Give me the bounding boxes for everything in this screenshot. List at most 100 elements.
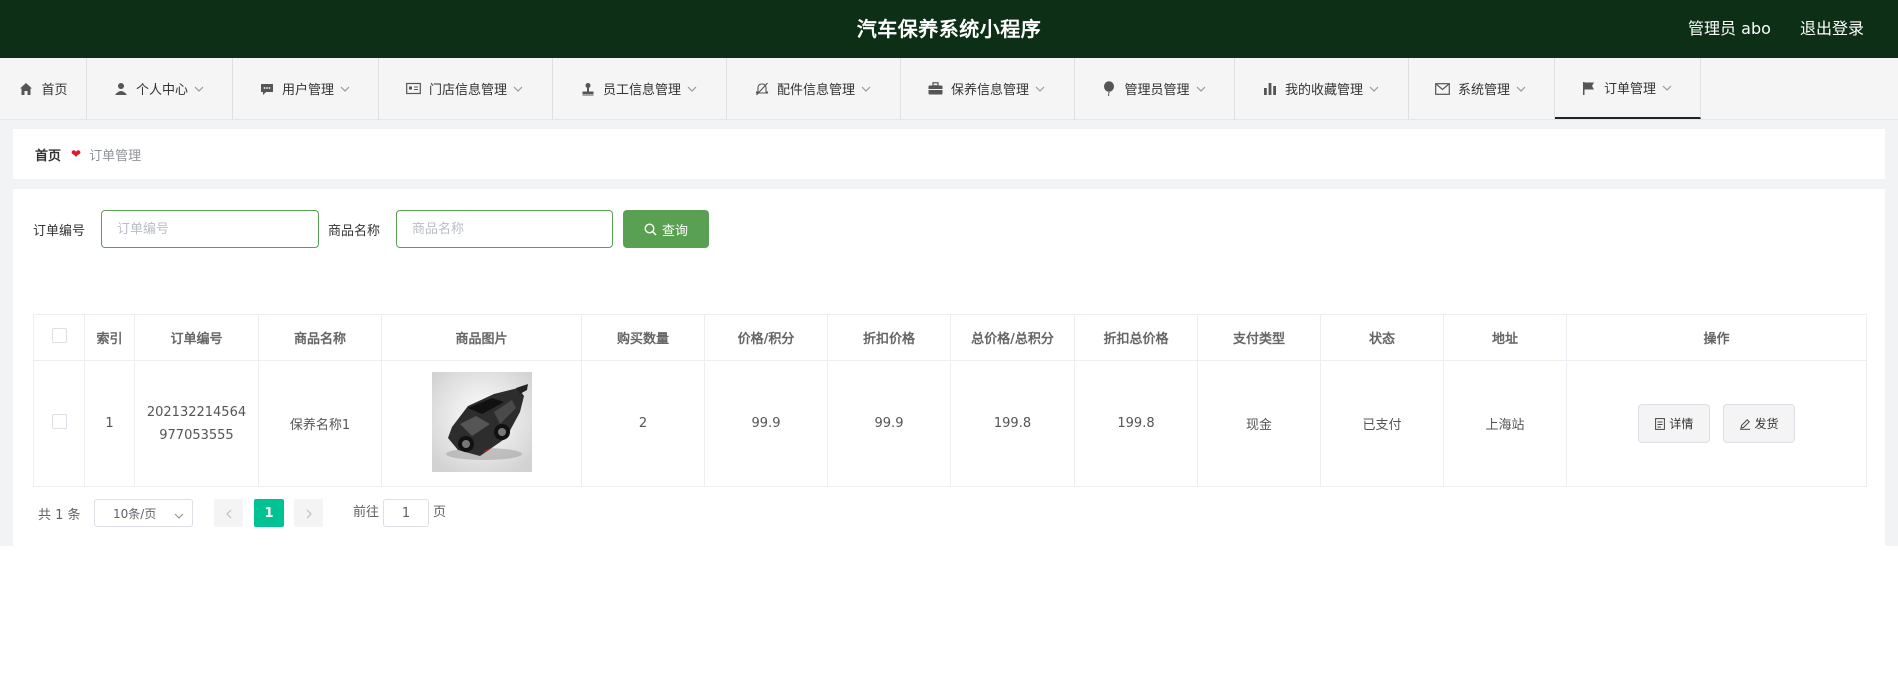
nav-item-user-management[interactable]: 用户管理 [233,58,379,119]
nav-item-store-info[interactable]: 门店信息管理 [379,58,553,119]
cell-discount-total: 199.8 [1074,360,1198,487]
chevron-down-icon [174,508,184,522]
select-all-checkbox[interactable] [51,328,67,343]
chevron-down-icon [1035,83,1047,95]
chevron-down-icon [1662,82,1674,94]
nav-item-staff-info[interactable]: 员工信息管理 [553,58,727,119]
goto-page-input[interactable] [383,499,429,527]
column-header: 商品图片 [381,314,582,361]
flag-icon [1581,80,1597,96]
detail-button[interactable]: 详情 [1638,404,1711,443]
orders-table: 索引 订单编号 商品名称 商品图片 购买数量 价格/积分 折扣价格 总价格/总积… [33,314,1867,487]
column-header: 状态 [1320,314,1444,361]
page-number-current[interactable]: 1 [254,499,284,527]
nav-item-label: 首页 [41,83,68,98]
chevron-right-icon [306,504,312,523]
breadcrumb: 首页 ❤ 订单管理 [13,129,1885,179]
nav-item-admin-management[interactable]: 管理员管理 [1075,58,1235,119]
nav-item-label: 订单管理 [1603,82,1656,97]
order-no-label: 订单编号 [33,224,86,239]
nav-item-label: 保养信息管理 [950,83,1029,98]
id-card-icon [406,81,422,97]
edit-icon [1739,418,1751,430]
cell-status: 已支付 [1320,360,1444,487]
nav-item-label: 个人中心 [135,83,188,98]
nav-item-label: 门店信息管理 [428,83,507,98]
mail-icon [1435,81,1451,97]
order-no-input[interactable] [101,210,319,248]
chevron-left-icon [225,504,232,523]
nav-item-system-management[interactable]: 系统管理 [1409,58,1555,119]
column-header: 支付类型 [1197,314,1321,361]
nav-item-order-management[interactable]: 订单管理 [1555,58,1701,119]
cell-order-no: 202132214564 977053555 [134,360,259,487]
breadcrumb-home[interactable]: 首页 [35,145,61,164]
search-icon [644,222,657,236]
cell-product-name: 保养名称1 [258,360,382,487]
cell-discount-price: 99.9 [827,360,951,487]
nav-item-parts-info[interactable]: 配件信息管理 [727,58,901,119]
row-select-cell[interactable] [33,360,85,487]
cell-quantity: 2 [581,360,705,487]
bell-off-icon [754,81,770,97]
app-title: 汽车保养系统小程序 [856,17,1042,41]
nav-item-personal-center[interactable]: 个人中心 [87,58,233,119]
current-user-label: 管理员 abo [1688,19,1771,38]
nav-item-home[interactable]: 首页 [0,58,87,119]
column-header: 商品名称 [258,314,382,361]
query-button-label: 查询 [661,223,688,239]
page-size-select[interactable]: 10条/页 [94,499,193,527]
chevron-down-icon [1369,83,1381,95]
detail-button-label: 详情 [1669,417,1694,431]
cell-price: 99.9 [704,360,828,487]
chevron-down-icon [513,83,525,95]
order-no-line: 202132214564 [146,404,247,420]
nav-item-favorites-management[interactable]: 我的收藏管理 [1235,58,1409,119]
user-icon [113,81,129,97]
stamp-icon [580,81,596,97]
table-row: 1 202132214564 977053555 保养名称1 2 99.9 99… [33,360,1867,487]
column-header: 购买数量 [581,314,705,361]
product-name-label: 商品名称 [328,224,381,239]
page-bottom-area [0,546,1898,686]
ship-button[interactable]: 发货 [1722,404,1795,443]
cell-address: 上海站 [1443,360,1567,487]
cell-total-price: 199.8 [950,360,1075,487]
ship-button-label: 发货 [1754,417,1779,431]
column-header: 地址 [1443,314,1567,361]
row-checkbox[interactable] [51,414,67,429]
nav-item-label: 员工信息管理 [602,83,681,98]
select-all-cell[interactable] [33,314,85,361]
chat-icon [259,81,275,97]
logout-link[interactable]: 退出登录 [1800,19,1864,38]
column-header: 订单编号 [134,314,259,361]
prev-page-button[interactable] [214,499,243,527]
cell-pay-type: 现金 [1197,360,1321,487]
column-header: 索引 [84,314,135,361]
query-button[interactable]: 查询 [623,210,709,248]
cell-actions: 详情 发货 [1566,360,1867,487]
pagination-total: 共 1 条 [38,507,81,523]
column-header: 总价格/总积分 [950,314,1075,361]
product-name-input[interactable] [396,210,613,248]
top-header: 汽车保养系统小程序 管理员 abo 退出登录 [0,0,1898,58]
nav-item-label: 用户管理 [281,83,334,98]
chevron-down-icon [1196,83,1208,95]
chevron-down-icon [1516,83,1528,95]
nav-item-label: 系统管理 [1457,83,1510,98]
cell-product-image [381,360,582,487]
nav-item-label: 我的收藏管理 [1284,83,1363,98]
cell-index: 1 [84,360,135,487]
next-page-button[interactable] [294,499,323,527]
nav-item-maintenance-info[interactable]: 保养信息管理 [901,58,1075,119]
nav-item-label: 管理员管理 [1124,83,1190,98]
product-image[interactable] [431,371,532,472]
chevron-down-icon [861,83,873,95]
nav-item-label: 配件信息管理 [776,83,855,98]
document-icon [1655,417,1666,430]
goto-label: 前往 [353,505,380,520]
order-no-line: 977053555 [159,427,234,443]
heart-icon: ❤ [71,147,82,161]
column-header: 折扣价格 [827,314,951,361]
column-header: 折扣总价格 [1074,314,1198,361]
